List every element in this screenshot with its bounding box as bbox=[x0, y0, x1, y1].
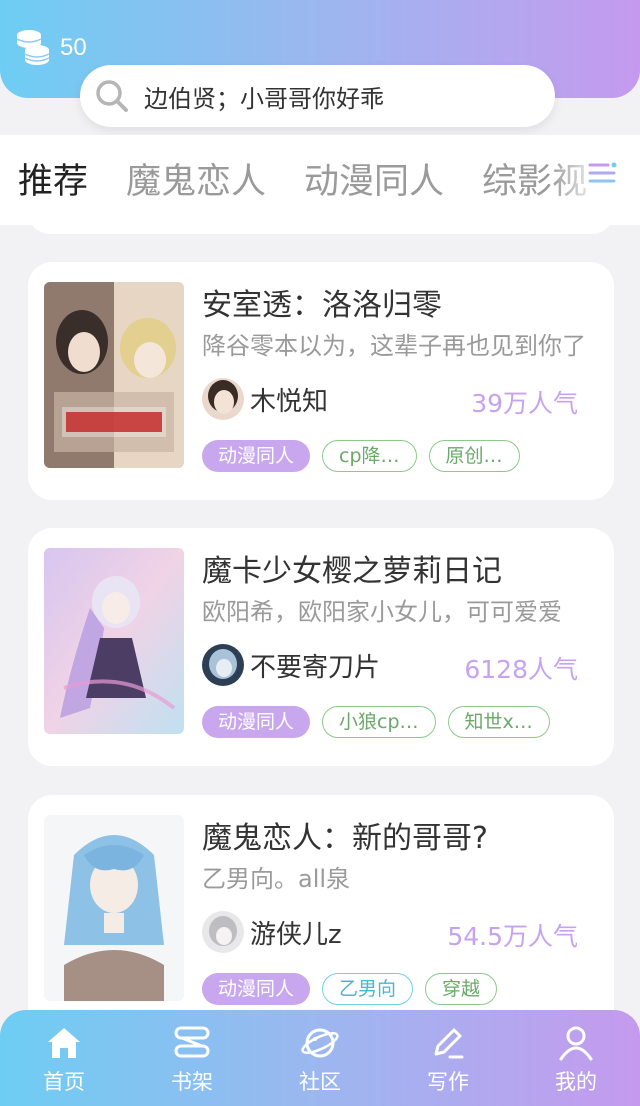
tag-list: 动漫同人 cp降… 原创… bbox=[202, 440, 520, 472]
tag[interactable]: 知世x… bbox=[447, 706, 550, 738]
book-description: 乙男向。all泉 bbox=[202, 865, 351, 893]
popularity-count: 39万人气 bbox=[471, 389, 578, 418]
tag[interactable]: 动漫同人 bbox=[202, 440, 311, 472]
book-author[interactable]: 游侠儿z bbox=[202, 911, 342, 953]
tag[interactable]: 动漫同人 bbox=[202, 973, 311, 1005]
write-icon bbox=[434, 1028, 464, 1059]
coin-balance[interactable]: 50 bbox=[14, 28, 87, 68]
home-icon bbox=[48, 1028, 80, 1058]
tag-list: 动漫同人 乙男向 穿越 bbox=[202, 973, 498, 1005]
tag[interactable]: 穿越 bbox=[425, 973, 498, 1005]
book-cover[interactable] bbox=[44, 815, 184, 1001]
popularity-count: 54.5万人气 bbox=[447, 922, 578, 951]
author-name: 木悦知 bbox=[250, 386, 329, 417]
search-query: 边伯贤；小哥哥你好乖 bbox=[144, 84, 384, 113]
avatar bbox=[202, 911, 244, 953]
book-author[interactable]: 不要寄刀片 bbox=[202, 644, 380, 686]
book-cover[interactable] bbox=[44, 282, 184, 468]
popularity-count: 6128人气 bbox=[464, 655, 578, 684]
previous-card-edge bbox=[28, 204, 614, 234]
tag[interactable]: 乙男向 bbox=[322, 973, 414, 1005]
nav-bookshelf[interactable]: 书架 bbox=[128, 1010, 256, 1106]
book-card[interactable]: 安室透：洛洛归零 降谷零本以为，这辈子再也见到你了 木悦知 39万人气 动漫同人… bbox=[28, 262, 614, 500]
nav-label: 首页 bbox=[43, 1070, 85, 1094]
nav-community[interactable]: 社区 bbox=[256, 1010, 384, 1106]
book-card[interactable]: 魔卡少女樱之萝莉日记 欧阳希，欧阳家小女儿，可可爱爱 不要寄刀片 6128人气 … bbox=[28, 528, 614, 766]
nav-label: 我的 bbox=[555, 1070, 597, 1094]
book-title[interactable]: 魔卡少女樱之萝莉日记 bbox=[202, 546, 502, 590]
nav-profile[interactable]: 我的 bbox=[512, 1010, 640, 1106]
author-name: 游侠儿z bbox=[250, 919, 342, 950]
nav-write[interactable]: 写作 bbox=[384, 1010, 512, 1106]
avatar bbox=[202, 378, 244, 420]
book-title[interactable]: 魔鬼恋人：新的哥哥? bbox=[202, 813, 488, 857]
tag[interactable]: 原创… bbox=[428, 440, 520, 472]
tag-list: 动漫同人 小狼cp… 知世x… bbox=[202, 706, 550, 738]
book-cover[interactable] bbox=[44, 548, 184, 734]
tag[interactable]: 动漫同人 bbox=[202, 706, 311, 738]
nav-label: 社区 bbox=[299, 1070, 341, 1094]
book-description: 欧阳希，欧阳家小女儿，可可爱爱 bbox=[202, 598, 562, 626]
nav-label: 写作 bbox=[427, 1070, 469, 1094]
avatar bbox=[202, 644, 244, 686]
tab-diabolik-lovers[interactable]: 魔鬼恋人 bbox=[126, 153, 266, 204]
profile-icon bbox=[559, 1026, 593, 1061]
coin-count: 50 bbox=[60, 34, 87, 61]
community-icon bbox=[301, 1028, 339, 1058]
tag[interactable]: 小狼cp… bbox=[322, 706, 436, 738]
nav-label: 书架 bbox=[171, 1070, 213, 1094]
book-title[interactable]: 安室透：洛洛归零 bbox=[202, 280, 442, 324]
coins-icon bbox=[16, 30, 50, 65]
tab-anime-fanfic[interactable]: 动漫同人 bbox=[304, 153, 444, 204]
search-bar[interactable]: 边伯贤；小哥哥你好乖 bbox=[80, 65, 555, 127]
menu-icon[interactable] bbox=[586, 157, 618, 189]
book-card[interactable]: 魔鬼恋人：新的哥哥? 乙男向。all泉 游侠儿z 54.5万人气 动漫同人 乙男… bbox=[28, 795, 614, 1033]
book-author[interactable]: 木悦知 bbox=[202, 378, 328, 420]
book-description: 降谷零本以为，这辈子再也见到你了 bbox=[202, 332, 586, 360]
bottom-nav: 首页 书架 社区 写作 我的 bbox=[0, 1010, 640, 1106]
nav-home[interactable]: 首页 bbox=[0, 1010, 128, 1106]
bookshelf-icon bbox=[174, 1026, 210, 1058]
search-icon bbox=[96, 80, 128, 112]
author-name: 不要寄刀片 bbox=[250, 652, 381, 683]
tab-recommended[interactable]: 推荐 bbox=[18, 153, 88, 204]
tag[interactable]: cp降… bbox=[322, 440, 417, 472]
